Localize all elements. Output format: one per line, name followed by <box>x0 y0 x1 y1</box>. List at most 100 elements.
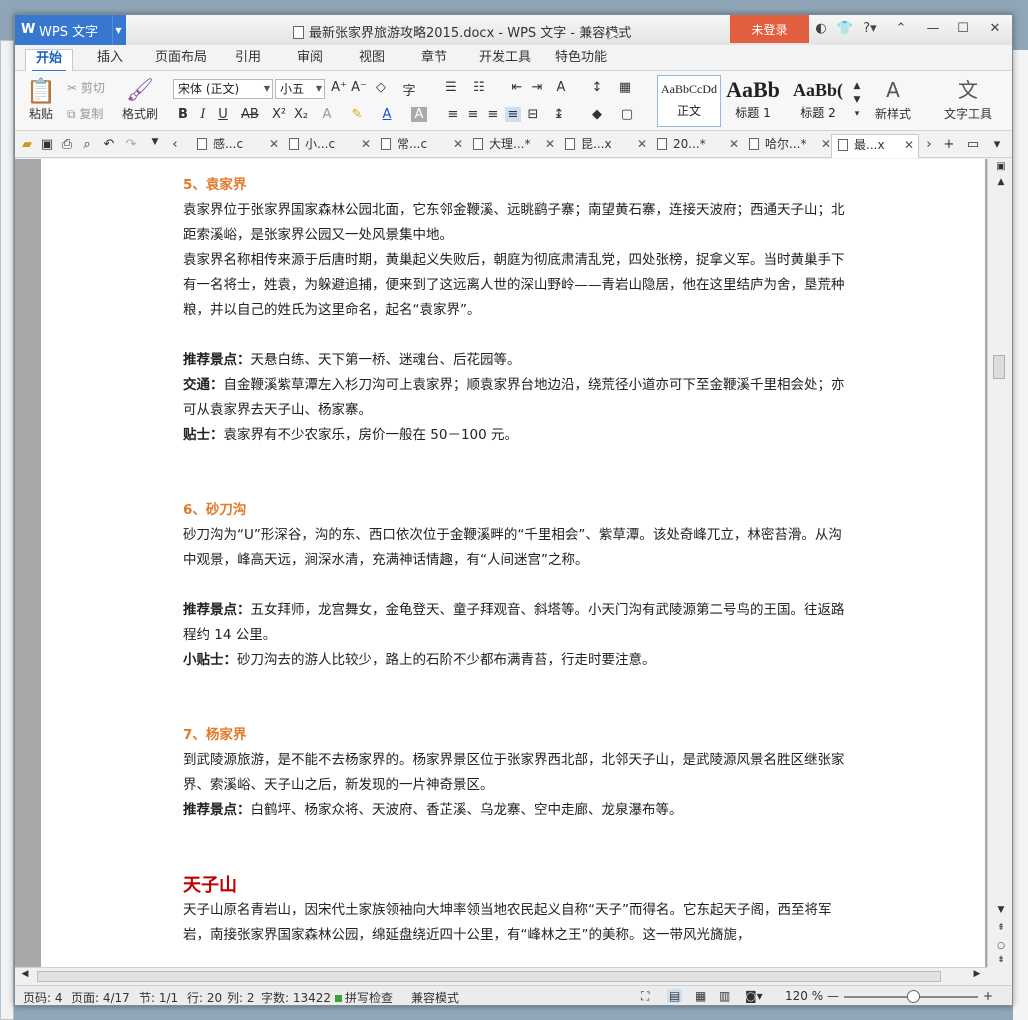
next-page-icon[interactable]: ⇟ <box>993 955 1009 965</box>
scroll-up-icon[interactable]: ▲ <box>993 177 1009 187</box>
subscript-icon[interactable]: X₂ <box>293 107 309 122</box>
superscript-icon[interactable]: X² <box>271 107 287 122</box>
zoom-in-icon[interactable]: + <box>983 989 993 1003</box>
zoom-out-icon[interactable]: — <box>827 989 839 1003</box>
zoom-slider-knob[interactable] <box>907 990 920 1003</box>
page[interactable]: 5、袁家界 袁家界位于张家界国家森林公园北面，它东邻金鞭溪、远眺鹞子寨；南望黄石… <box>41 159 985 967</box>
char-shading-icon[interactable]: A <box>411 107 427 122</box>
highlight-icon[interactable]: ✎ <box>349 107 365 122</box>
tab-page-layout[interactable]: 页面布局 <box>145 49 217 71</box>
spell-check-toggle[interactable]: 拼写检查 <box>335 989 393 1005</box>
chinese-layout-icon[interactable]: A <box>553 80 569 95</box>
font-color-icon[interactable]: A <box>379 107 395 122</box>
collapse-ribbon-icon[interactable]: ⌃ <box>892 21 910 36</box>
feedback-icon[interactable]: ◐ <box>812 21 830 36</box>
decrease-indent-icon[interactable]: ⇤ <box>509 80 525 95</box>
outline-view-icon[interactable]: ▦ <box>695 989 706 1003</box>
print-preview-icon[interactable]: ⌕ <box>79 137 95 152</box>
tab-menu-icon[interactable]: ▾ <box>989 137 1005 152</box>
sort-icon[interactable]: ↕ <box>589 80 605 95</box>
cut-button[interactable]: ✂ 剪切 <box>67 79 105 96</box>
new-tab-icon[interactable]: + <box>941 137 957 152</box>
style-heading-1[interactable]: AaBb 标题 1 <box>723 75 783 127</box>
minimize-icon[interactable]: — <box>924 21 942 36</box>
distributed-icon[interactable]: ⊟ <box>525 107 541 122</box>
text-tools-button[interactable]: 文 文字工具 <box>935 75 1001 122</box>
vertical-scrollbar[interactable]: ▣ ▲ ▼ ⇞ ○ ⇟ <box>987 159 1012 967</box>
tabs-left-icon[interactable]: ‹ <box>167 137 183 152</box>
doc-tab[interactable]: 大理...* ✕ <box>467 134 559 158</box>
tab-review[interactable]: 审阅 <box>287 49 333 71</box>
doc-tab[interactable]: 感...c ✕ <box>191 134 283 158</box>
underline-icon[interactable]: U <box>215 107 231 122</box>
page-view-icon[interactable]: ▤ <box>667 989 683 1003</box>
phonetic-icon[interactable]: 字 <box>401 80 417 99</box>
format-painter-button[interactable]: 🖌 格式刷 <box>119 77 161 122</box>
numbering-icon[interactable]: ☷ <box>471 80 487 95</box>
reading-view-icon[interactable]: ◙▾ <box>745 989 763 1003</box>
bold-icon[interactable]: B <box>175 107 191 122</box>
tab-references[interactable]: 引用 <box>225 49 271 71</box>
close-tab-icon[interactable]: ✕ <box>729 134 739 154</box>
scroll-down-icon[interactable]: ▼ <box>993 905 1009 915</box>
align-right-icon[interactable]: ≡ <box>485 107 501 122</box>
help-icon[interactable]: ?▾ <box>861 21 879 36</box>
close-tab-icon[interactable]: ✕ <box>545 134 555 154</box>
horizontal-scrollbar[interactable]: ◀ ▶ <box>15 967 987 985</box>
browse-object-icon[interactable]: ○ <box>993 941 1009 951</box>
tab-list-icon[interactable]: ▭ <box>965 137 981 152</box>
tab-home[interactable]: 开始 <box>25 49 74 72</box>
customize-icon[interactable]: ▼ <box>147 137 163 147</box>
maximize-icon[interactable]: ☐ <box>954 21 972 36</box>
border-icon[interactable]: ▢ <box>619 107 635 122</box>
copy-button[interactable]: ⧉ 复制 <box>67 105 103 122</box>
font-name-select[interactable]: 宋体 (正文) ▼ <box>173 79 273 99</box>
open-icon[interactable]: ▰ <box>19 137 35 152</box>
style-heading-2[interactable]: AaBb( 标题 2 <box>787 75 849 127</box>
tab-chapter[interactable]: 章节 <box>411 49 457 71</box>
doc-tab[interactable]: 哈尔...* ✕ <box>743 134 835 158</box>
shrink-font-icon[interactable]: A⁻ <box>351 80 367 95</box>
close-tab-icon[interactable]: ✕ <box>361 134 371 154</box>
align-left-icon[interactable]: ≡ <box>445 107 461 122</box>
status-word-count[interactable]: 字数: 13422 <box>261 989 331 1005</box>
split-view-icon[interactable]: ▣ <box>993 161 1009 172</box>
prev-page-icon[interactable]: ⇞ <box>993 923 1009 933</box>
italic-icon[interactable]: I <box>195 107 211 122</box>
scroll-thumb[interactable] <box>37 971 941 982</box>
close-tab-icon[interactable]: ✕ <box>269 134 279 154</box>
shading-icon[interactable]: ◆ <box>589 107 605 122</box>
tab-features[interactable]: 特色功能 <box>545 49 617 71</box>
tab-insert[interactable]: 插入 <box>87 49 133 71</box>
scroll-left-icon[interactable]: ◀ <box>17 969 33 979</box>
styles-scroll-icon[interactable]: ▲ ▼ ▾ <box>849 79 865 121</box>
doc-tab[interactable]: 20...* ✕ <box>651 134 743 158</box>
doc-tab[interactable]: 昆...x ✕ <box>559 134 651 158</box>
style-normal[interactable]: AaBbCcDd 正文 <box>657 75 721 127</box>
paste-button[interactable]: 📋 粘贴 <box>23 77 59 122</box>
app-menu-button[interactable]: W WPS 文字 ▼ <box>15 15 126 45</box>
new-style-button[interactable]: A 新样式 <box>865 75 921 122</box>
scroll-right-icon[interactable]: ▶ <box>969 969 985 979</box>
close-tab-icon[interactable]: ✕ <box>821 134 831 154</box>
tabs-right-icon[interactable]: › <box>921 137 937 152</box>
tab-view[interactable]: 视图 <box>349 49 395 71</box>
save-icon[interactable]: ▣ <box>39 137 55 152</box>
close-tab-icon[interactable]: ✕ <box>637 134 647 154</box>
tab-developer[interactable]: 开发工具 <box>469 49 541 71</box>
page-content[interactable]: 5、袁家界 袁家界位于张家界国家森林公园北面，它东邻金鞭溪、远眺鹞子寨；南望黄石… <box>183 159 853 948</box>
close-tab-icon[interactable]: ✕ <box>904 135 914 155</box>
text-effect-icon[interactable]: A <box>319 107 335 122</box>
undo-icon[interactable]: ↶ <box>101 137 117 152</box>
chevron-down-icon[interactable]: ▼ <box>112 15 124 45</box>
document-area[interactable]: 5、袁家界 袁家界位于张家界国家森林公园北面，它东邻金鞭溪、远眺鹞子寨；南望黄石… <box>15 159 987 967</box>
redo-icon[interactable]: ↷ <box>123 137 139 152</box>
align-center-icon[interactable]: ≡ <box>465 107 481 122</box>
justify-icon[interactable]: ≡ <box>505 107 521 122</box>
scroll-thumb[interactable] <box>993 355 1005 379</box>
doc-tab-active[interactable]: 最...x ✕ <box>831 134 919 158</box>
grow-font-icon[interactable]: A⁺ <box>331 80 347 95</box>
print-icon[interactable]: ⎙ <box>59 137 75 152</box>
web-view-icon[interactable]: ▥ <box>719 989 730 1003</box>
close-icon[interactable]: ✕ <box>986 21 1004 36</box>
